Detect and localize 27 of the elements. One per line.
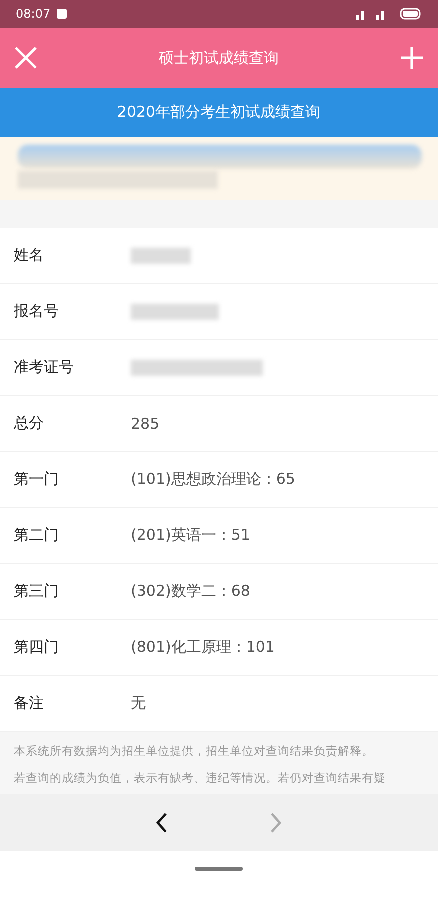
field-label: 姓名 — [14, 246, 45, 265]
field-value: (801)化工原理：101 — [131, 638, 275, 657]
field-label: 第一门 — [14, 470, 60, 489]
field-value: (201)英语一：51 — [131, 526, 250, 545]
field-label: 准考证号 — [14, 358, 75, 377]
field-label: 第三门 — [14, 582, 60, 601]
field-label: 第四门 — [14, 638, 60, 657]
footnote-text: 本系统所有数据均为招生单位提供，招生单位对查询结果负责解释。 — [14, 744, 375, 759]
field-value: 285 — [131, 414, 160, 432]
close-icon[interactable] — [14, 46, 38, 70]
field-label: 第二门 — [14, 526, 60, 545]
add-icon[interactable] — [400, 46, 424, 70]
chevron-left-icon — [154, 812, 170, 834]
notification-icon — [56, 9, 67, 19]
chevron-right-icon — [268, 812, 284, 834]
battery-icon — [400, 8, 422, 20]
field-value: (101)思想政治理论：65 — [131, 470, 296, 489]
field-label: 总分 — [14, 414, 45, 433]
banner-title: 2020年部分考生初试成绩查询 — [117, 103, 321, 122]
field-value: (302)数学二：68 — [131, 582, 250, 601]
field-value: 无 — [131, 694, 146, 713]
footnote-text: 若查询的成绩为负值，表示有缺考、违纪等情况。若仍对查询结果有疑 — [14, 771, 387, 786]
status-time: 08:07 — [16, 7, 51, 21]
home-indicator[interactable] — [195, 866, 243, 870]
page-title: 硕士初试成绩查询 — [159, 48, 279, 68]
field-label: 报名号 — [14, 302, 60, 321]
field-label: 备注 — [14, 694, 45, 713]
